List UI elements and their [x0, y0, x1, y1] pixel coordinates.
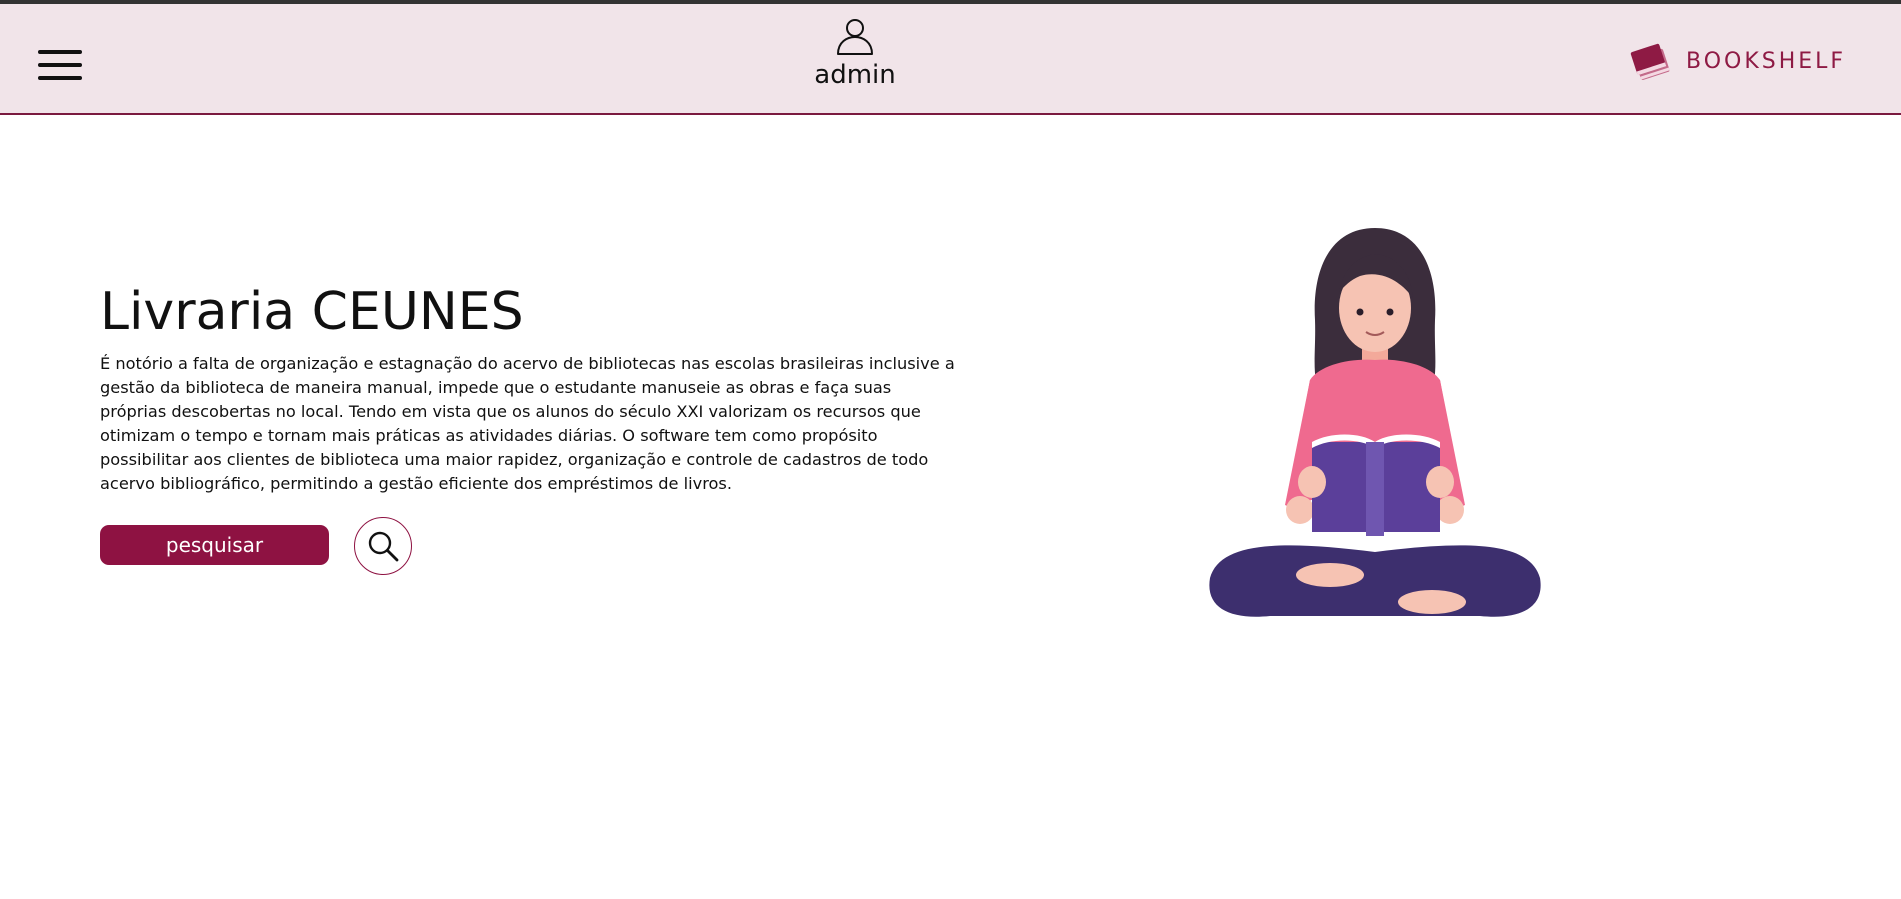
magnifier-icon — [368, 531, 399, 562]
logo-text: BOOKSHELF — [1686, 48, 1847, 74]
hamburger-bar — [38, 76, 82, 80]
logo[interactable]: BOOKSHELF — [1628, 36, 1846, 86]
hamburger-menu-icon — [38, 50, 82, 54]
page-title: Livraria CEUNES — [100, 282, 524, 342]
header: admin BOOKSHELF — [0, 4, 1901, 115]
user-profile[interactable]: admin — [790, 16, 920, 90]
books-logo-icon — [1630, 43, 1670, 80]
search-button[interactable]: pesquisar — [100, 525, 329, 565]
user-icon — [837, 19, 873, 55]
search-icon-button[interactable] — [354, 517, 412, 575]
user-name: admin — [814, 60, 896, 90]
search-button-label: pesquisar — [165, 533, 264, 557]
hero-description: É notório a falta de organização e estag… — [100, 354, 955, 493]
menu-button[interactable] — [38, 50, 86, 82]
hamburger-bar — [38, 63, 82, 67]
woman-reading-book-illustration — [1209, 228, 1541, 617]
